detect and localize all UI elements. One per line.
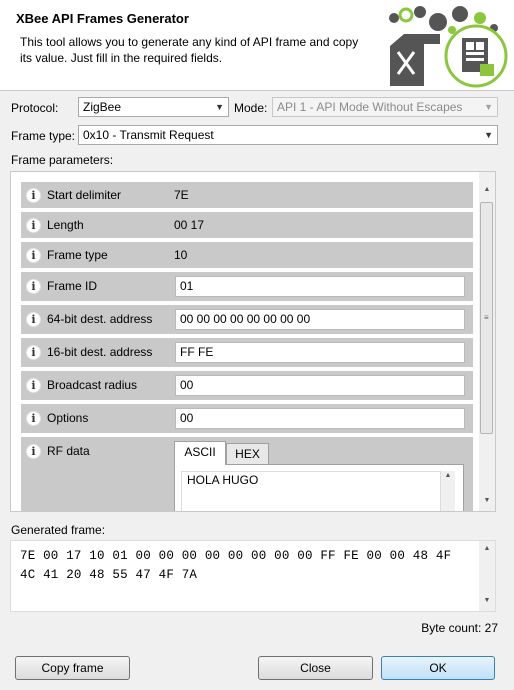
info-icon[interactable]: i [26, 218, 41, 233]
protocol-label: Protocol: [11, 101, 59, 115]
param-row-broadcast-radius: i Broadcast radius 00 [21, 371, 473, 400]
frame-parameters-label: Frame parameters: [11, 153, 114, 167]
protocol-select[interactable]: ZigBee ▼ [78, 97, 229, 117]
mode-select: API 1 - API Mode Without Escapes ▼ [272, 97, 498, 117]
param-value: 7E [174, 188, 189, 202]
param-row-frame-type: i Frame type 10 [21, 242, 473, 268]
info-icon[interactable]: i [26, 312, 41, 327]
chevron-down-icon: ▼ [215, 102, 224, 112]
ok-button[interactable]: OK [381, 656, 495, 680]
scroll-up-icon[interactable]: ▲ [441, 472, 455, 479]
rf-data-editor[interactable]: HOLA HUGO ▲ [174, 464, 464, 511]
info-icon[interactable]: i [26, 378, 41, 393]
chevron-down-icon: ▼ [484, 102, 493, 112]
info-icon[interactable]: i [26, 444, 41, 459]
info-icon[interactable]: i [26, 188, 41, 203]
grip-icon: ≡ [484, 313, 489, 322]
param-row-length: i Length 00 17 [21, 212, 473, 238]
param-row-frame-id: i Frame ID 01 [21, 272, 473, 301]
scroll-down-icon[interactable]: ▼ [480, 597, 494, 604]
scroll-up-icon[interactable]: ▲ [480, 186, 494, 193]
byte-count: Byte count: 27 [421, 621, 498, 635]
info-icon[interactable]: i [26, 248, 41, 263]
chevron-down-icon: ▼ [484, 130, 493, 140]
param-row-16bit-address: i 16-bit dest. address FF FE [21, 338, 473, 367]
generated-frame-line: 7E 00 17 10 01 00 00 00 00 00 00 00 00 F… [20, 549, 452, 563]
generated-frame-scrollbar[interactable]: ▲ ▼ [479, 541, 495, 611]
frame-parameters-panel: i Start delimiter 7E i Length 00 17 i Fr… [10, 171, 496, 512]
dialog-title: XBee API Frames Generator [16, 11, 189, 26]
generated-frame-label: Generated frame: [11, 523, 106, 537]
param-label: RF data [47, 444, 90, 458]
info-icon[interactable]: i [26, 279, 41, 294]
param-label: Options [47, 411, 89, 425]
param-label: Start delimiter [47, 188, 122, 202]
param-value: 10 [174, 248, 188, 262]
scrollbar-thumb[interactable]: ≡ [480, 202, 493, 434]
param-label: 16-bit dest. address [47, 345, 153, 359]
close-button[interactable]: Close [258, 656, 373, 680]
param-row-64bit-address: i 64-bit dest. address 00 00 00 00 00 00… [21, 305, 473, 334]
rf-data-scrollbar[interactable]: ▲ [441, 471, 455, 511]
generated-frame-box[interactable]: 7E 00 17 10 01 00 00 00 00 00 00 00 00 F… [10, 540, 496, 612]
param-label: Broadcast radius [47, 378, 138, 392]
mode-value: API 1 - API Mode Without Escapes [277, 100, 463, 114]
param-label: 64-bit dest. address [47, 312, 153, 326]
frame-type-label: Frame type: [11, 129, 76, 143]
param-value: 00 17 [174, 218, 205, 232]
rf-data-text: HOLA HUGO [187, 473, 259, 487]
frame-type-select[interactable]: 0x10 - Transmit Request ▼ [78, 125, 498, 145]
dest-64bit-address-input[interactable]: 00 00 00 00 00 00 00 00 [175, 309, 465, 330]
scroll-up-icon[interactable]: ▲ [480, 545, 494, 552]
options-input[interactable]: 00 [175, 408, 465, 429]
mode-label: Mode: [234, 101, 268, 115]
generated-frame-text: 7E 00 17 10 01 00 00 00 00 00 00 00 00 F… [20, 547, 470, 585]
xbee-frames-logo-icon [389, 6, 508, 88]
param-label: Frame ID [47, 279, 98, 293]
protocol-value: ZigBee [83, 100, 122, 114]
info-icon[interactable]: i [26, 411, 41, 426]
generated-frame-line: 4C 41 20 48 55 47 4F 7A [20, 568, 198, 582]
scroll-down-icon[interactable]: ▼ [480, 497, 494, 504]
param-label: Length [47, 218, 84, 232]
param-row-start-delimiter: i Start delimiter 7E [21, 182, 473, 208]
frame-type-value: 0x10 - Transmit Request [83, 128, 214, 142]
tab-ascii[interactable]: ASCII [174, 441, 226, 465]
broadcast-radius-input[interactable]: 00 [175, 375, 465, 396]
copy-frame-button[interactable]: Copy frame [15, 656, 130, 680]
param-row-rf-data: i RF data HEX ASCII HOLA HUGO ▲ [21, 437, 473, 511]
dialog-description: This tool allows you to generate any kin… [20, 35, 359, 65]
info-icon[interactable]: i [26, 345, 41, 360]
param-row-options: i Options 00 [21, 404, 473, 433]
frame-id-input[interactable]: 01 [175, 276, 465, 297]
params-scrollbar[interactable]: ▲ ≡ ▼ [479, 172, 495, 511]
dest-16bit-address-input[interactable]: FF FE [175, 342, 465, 363]
tab-hex[interactable]: HEX [226, 443, 269, 465]
param-label: Frame type [47, 248, 108, 262]
